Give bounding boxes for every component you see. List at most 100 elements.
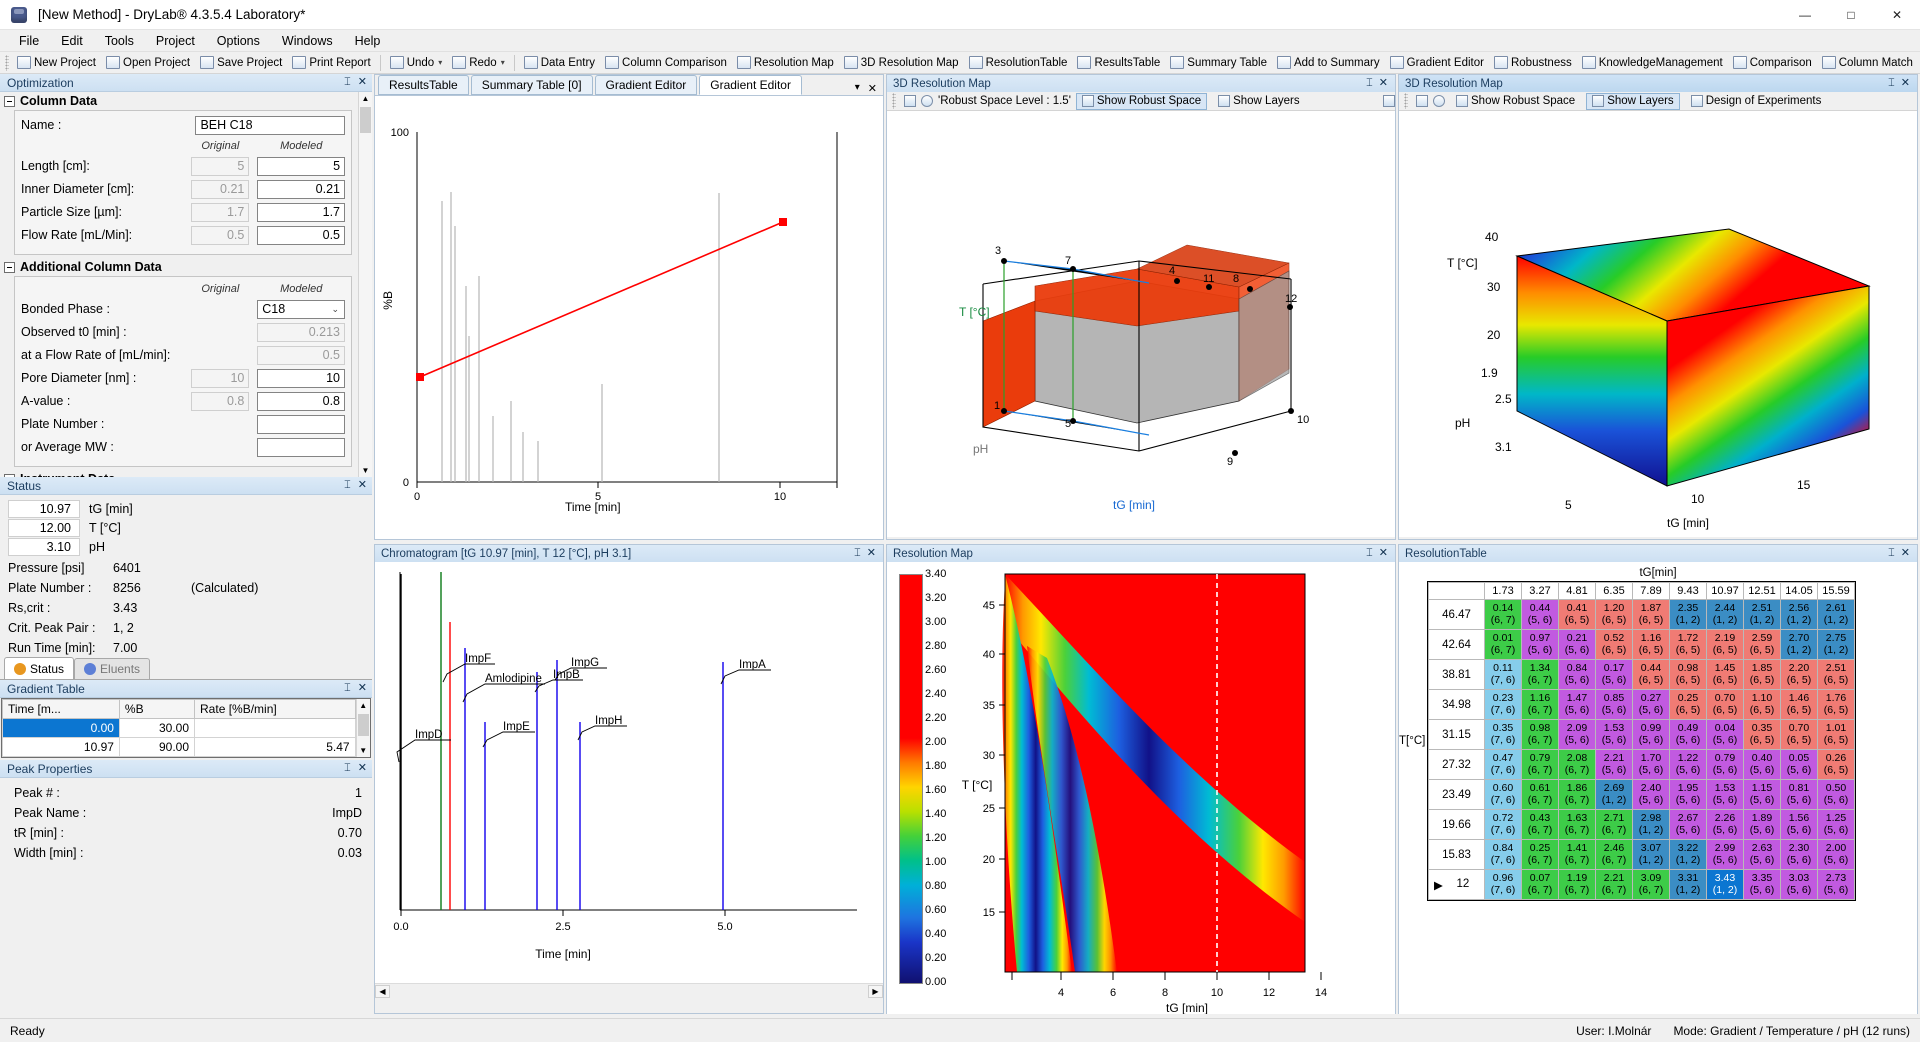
restable-cell[interactable]: 1.76(6, 5) [1818, 690, 1855, 720]
toolbar-button-print-report[interactable]: Print Report [287, 53, 375, 73]
table-row[interactable]: 38.810.11(7, 6)1.34(6, 7)0.84(5, 6)0.17(… [1429, 660, 1855, 690]
show-layers-button[interactable]: Show Layers [1212, 93, 1305, 110]
restable-cell[interactable]: 1.25(5, 6) [1818, 810, 1855, 840]
restable-cell[interactable]: 2.56(1, 2) [1781, 600, 1818, 630]
gradient-cell-b[interactable]: 90.00 [119, 738, 194, 757]
gradient-cell-time[interactable]: 10.97 [3, 738, 120, 757]
restable-cell[interactable]: 0.47(7, 6) [1485, 750, 1522, 780]
pin-icon[interactable]: ⌶ [854, 548, 861, 559]
scroll-down-icon[interactable]: ▼ [357, 744, 370, 757]
scroll-left-icon[interactable]: ◀ [375, 985, 390, 998]
modeled-input[interactable]: 10 [257, 369, 345, 388]
toolbar-button-data-entry[interactable]: Data Entry [519, 53, 600, 73]
restable-cell[interactable]: 2.21(6, 7) [1596, 870, 1633, 900]
pin-icon[interactable]: ⌶ [344, 763, 351, 774]
close-icon[interactable]: ✕ [358, 763, 367, 774]
restable-cell[interactable]: 0.35(6, 5) [1744, 720, 1781, 750]
restable-cell[interactable]: 1.87(6, 5) [1633, 600, 1670, 630]
toolbar-button-new-project[interactable]: New Project [12, 53, 101, 73]
show-layers-button[interactable]: Show Layers [1586, 93, 1679, 110]
collapse-icon[interactable] [4, 262, 15, 273]
table-row[interactable]: 15.830.84(7, 6)0.25(6, 7)1.41(6, 7)2.46(… [1429, 840, 1855, 870]
gradient-cell-b[interactable]: 30.00 [119, 719, 194, 738]
modeled-input[interactable] [257, 415, 345, 434]
close-icon[interactable]: ✕ [868, 82, 877, 95]
table-row[interactable]: 46.470.14(6, 7)0.44(5, 6)0.41(6, 5)1.20(… [1429, 600, 1855, 630]
toolbar-button-undo[interactable]: Undo▾ [385, 53, 448, 73]
restable-col-header[interactable]: 6.35 [1596, 583, 1633, 600]
restable-cell[interactable]: 1.86(6, 7) [1559, 780, 1596, 810]
gradient-editor-plot[interactable]: 100 0 0 5 10 [375, 95, 883, 539]
tab-gradient-editor[interactable]: Gradient Editor [595, 75, 698, 95]
restable-row-header[interactable]: 23.49 [1429, 780, 1485, 810]
restable-col-header[interactable]: 1.73 [1485, 583, 1522, 600]
gradient-cell-rate[interactable] [195, 719, 356, 738]
pin-icon[interactable]: ⌶ [344, 77, 351, 88]
restable-cell[interactable]: 2.30(5, 6) [1781, 840, 1818, 870]
restable-cell[interactable]: 0.84(7, 6) [1485, 840, 1522, 870]
restable-row-header[interactable]: 19.66 [1429, 810, 1485, 840]
table-row[interactable]: 10.9790.005.47 [3, 738, 356, 757]
restable-cell[interactable]: 0.96(7, 6) [1485, 870, 1522, 900]
gradient-table-scrollbar[interactable]: ▲ ▼ [356, 699, 370, 757]
collapse-icon[interactable] [4, 474, 15, 478]
restable-cell[interactable]: 2.99(5, 6) [1707, 840, 1744, 870]
modeled-input[interactable]: 1.7 [257, 203, 345, 222]
restable-cell[interactable]: 0.97(5, 6) [1522, 630, 1559, 660]
menu-item-options[interactable]: Options [206, 32, 271, 50]
tab-dropdown-icon[interactable]: ▾ [855, 82, 860, 95]
restable-cell[interactable]: 3.07(1, 2) [1633, 840, 1670, 870]
gradient-cell-rate[interactable]: 5.47 [195, 738, 356, 757]
restable-cell[interactable]: 0.70(6, 5) [1781, 720, 1818, 750]
restable-cell[interactable]: 1.45(6, 5) [1707, 660, 1744, 690]
menu-item-file[interactable]: File [8, 32, 50, 50]
restable-cell[interactable]: 0.72(7, 6) [1485, 810, 1522, 840]
restable-cell[interactable]: 3.31(1, 2) [1670, 870, 1707, 900]
restable-cell[interactable]: 1.20(6, 5) [1596, 600, 1633, 630]
modeled-input[interactable]: 0.213 [257, 323, 345, 342]
close-icon[interactable]: ✕ [1379, 78, 1388, 89]
instrument-data-header[interactable]: Instrument Data [0, 470, 358, 477]
restable-cell[interactable]: 2.63(5, 6) [1744, 840, 1781, 870]
bonded-phase-select[interactable]: C18 ⌄ [257, 300, 345, 319]
menu-item-windows[interactable]: Windows [271, 32, 344, 50]
optimization-scrollbar[interactable]: ▲ ▼ [358, 92, 372, 477]
restable-cell[interactable]: 1.47(5, 6) [1559, 690, 1596, 720]
close-icon[interactable]: ✕ [867, 548, 876, 559]
map3d-left-canvas[interactable]: 37 48 1211 15 910 T [°C] pH tG [min] [887, 111, 1395, 537]
gradient-table-col-header[interactable]: %B [119, 700, 194, 719]
restable-cell[interactable]: 1.34(6, 7) [1522, 660, 1559, 690]
restable-row-header[interactable]: 27.32 [1429, 750, 1485, 780]
restable-cell[interactable]: 1.89(5, 6) [1744, 810, 1781, 840]
restable-cell[interactable]: 0.44(6, 5) [1633, 660, 1670, 690]
restable-cell[interactable]: 0.05(5, 6) [1781, 750, 1818, 780]
pin-icon[interactable]: ⌶ [1888, 78, 1895, 89]
restable-cell[interactable]: 2.46(6, 7) [1596, 840, 1633, 870]
restable-cell[interactable]: 0.85(5, 6) [1596, 690, 1633, 720]
restable-cell[interactable]: 2.26(5, 6) [1707, 810, 1744, 840]
restable-cell[interactable]: 0.07(6, 7) [1522, 870, 1559, 900]
modeled-input[interactable]: 0.5 [257, 226, 345, 245]
collapse-icon[interactable] [4, 96, 15, 107]
restable-cell[interactable]: 0.11(7, 6) [1485, 660, 1522, 690]
restable-col-header[interactable]: 15.59 [1818, 583, 1855, 600]
scrollbar-thumb[interactable] [358, 714, 369, 736]
table-row[interactable]: 23.490.60(7, 6)0.61(6, 7)1.86(6, 7)2.69(… [1429, 780, 1855, 810]
restable-cell[interactable]: 0.25(6, 7) [1522, 840, 1559, 870]
chromatogram-plot[interactable]: ImpD ImpF Amlodipine ImpE ImpB ImpG ImpH… [375, 562, 883, 998]
restable-col-header[interactable]: 14.05 [1781, 583, 1818, 600]
restable-cell[interactable]: 2.59(6, 5) [1744, 630, 1781, 660]
restable-cell[interactable]: 1.46(6, 5) [1781, 690, 1818, 720]
maximize-button[interactable]: □ [1828, 0, 1874, 30]
modeled-input[interactable]: 5 [257, 157, 345, 176]
restable-col-header[interactable]: 3.27 [1522, 583, 1559, 600]
restable-cell[interactable]: 2.19(6, 5) [1707, 630, 1744, 660]
rotate-icon[interactable] [921, 95, 933, 107]
restable-row-header[interactable]: 34.98 [1429, 690, 1485, 720]
toolbar-button-knowledgemanagement[interactable]: KnowledgeManagement [1577, 53, 1728, 73]
restable-cell[interactable]: 2.71(6, 7) [1596, 810, 1633, 840]
restable-cell[interactable]: 1.16(6, 7) [1522, 690, 1559, 720]
restable-cell[interactable]: 2.70(1, 2) [1781, 630, 1818, 660]
toolbar-button-3d-resolution-map[interactable]: 3D Resolution Map [839, 53, 964, 73]
restable-cell[interactable]: 2.75(1, 2) [1818, 630, 1855, 660]
